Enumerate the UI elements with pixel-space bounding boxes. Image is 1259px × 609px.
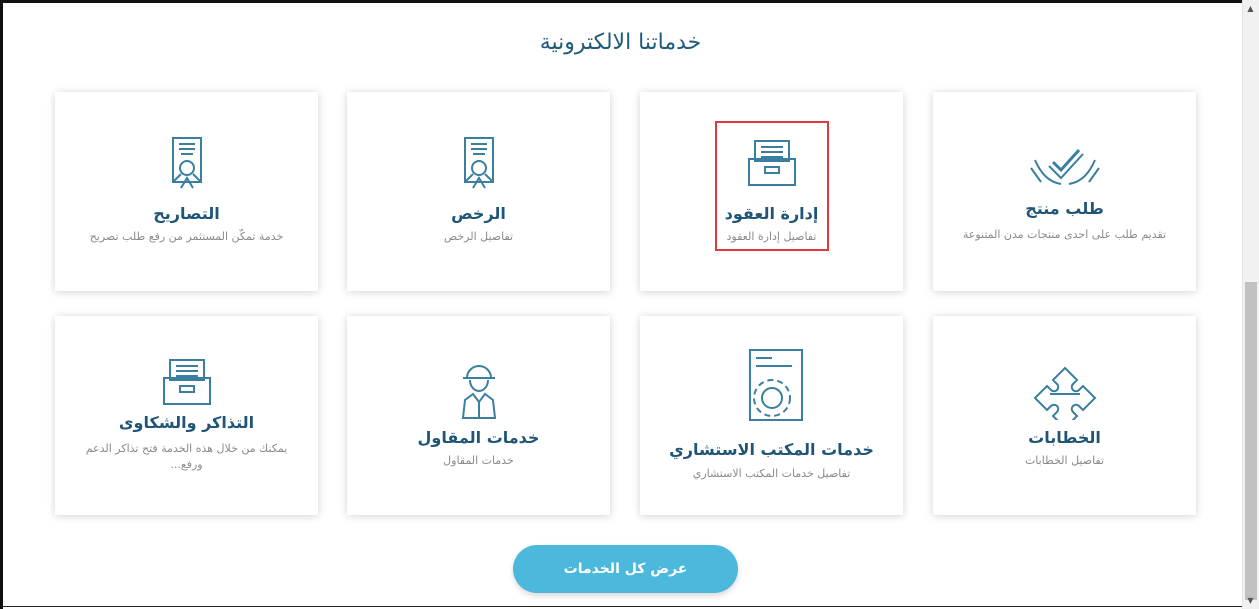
card-description: يمكنك من خلال هذه الخدمة فتح تذاكر الدعم…	[85, 442, 288, 471]
section-title: خدماتنا الالكترونية	[539, 30, 702, 55]
file-drawer-icon	[55, 356, 318, 408]
scrollbar-thumb[interactable]	[1245, 282, 1257, 600]
service-card-tickets-complaints[interactable]: التذاكر والشكاوى يمكنك من خلال هذه الخدم…	[55, 316, 318, 515]
contractor-icon	[347, 362, 610, 420]
card-title: الرخص	[451, 204, 506, 223]
card-description: تفاصيل الخطابات	[1024, 454, 1105, 467]
card-title: التصاريح	[153, 204, 220, 223]
scroll-down-arrow-icon[interactable]: ▼	[1242, 592, 1259, 609]
window-edge-left	[0, 0, 3, 609]
view-all-services-button[interactable]: عرض كل الخدمات	[513, 545, 738, 593]
card-title: خدمات المكتب الاستشاري	[669, 440, 874, 459]
certificate-icon	[55, 136, 318, 196]
certificate-icon	[347, 136, 610, 196]
service-card-contractor[interactable]: خدمات المقاول خدمات المقاول	[347, 316, 610, 515]
card-title: خدمات المقاول	[417, 428, 540, 447]
service-card-letters[interactable]: الخطابات تفاصيل الخطابات	[933, 316, 1196, 515]
service-card-consulting-office[interactable]: خدمات المكتب الاستشاري تفاصيل خدمات المك…	[640, 316, 903, 515]
puzzle-icon	[933, 364, 1196, 420]
card-description: تفاصيل خدمات المكتب الاستشاري	[692, 467, 851, 480]
card-description: تفاصيل الرخص	[443, 230, 514, 243]
scroll-up-arrow-icon[interactable]: ▲	[1242, 0, 1259, 17]
service-card-licenses[interactable]: الرخص تفاصيل الرخص	[347, 92, 610, 291]
card-description: خدمة تمكّن المستثمر من رفع طلب تصريح	[89, 230, 284, 243]
card-title: الخطابات	[1028, 428, 1101, 447]
window-edge	[0, 0, 1259, 3]
selection-highlight	[715, 121, 829, 251]
card-description: تقديم طلب على احدى منتجات مدن المتنوعة	[962, 228, 1167, 241]
service-card-permits[interactable]: التصاريح خدمة تمكّن المستثمر من رفع طلب …	[55, 92, 318, 291]
vertical-scrollbar[interactable]: ▲ ▼	[1242, 0, 1259, 609]
handshake-check-icon	[933, 140, 1196, 190]
card-description: خدمات المقاول	[443, 454, 514, 467]
document-gear-icon	[640, 348, 903, 424]
card-title: طلب منتج	[1025, 199, 1104, 218]
card-title: التذاكر والشكاوى	[118, 413, 255, 432]
service-card-product-request[interactable]: طلب منتج تقديم طلب على احدى منتجات مدن ا…	[933, 92, 1196, 291]
